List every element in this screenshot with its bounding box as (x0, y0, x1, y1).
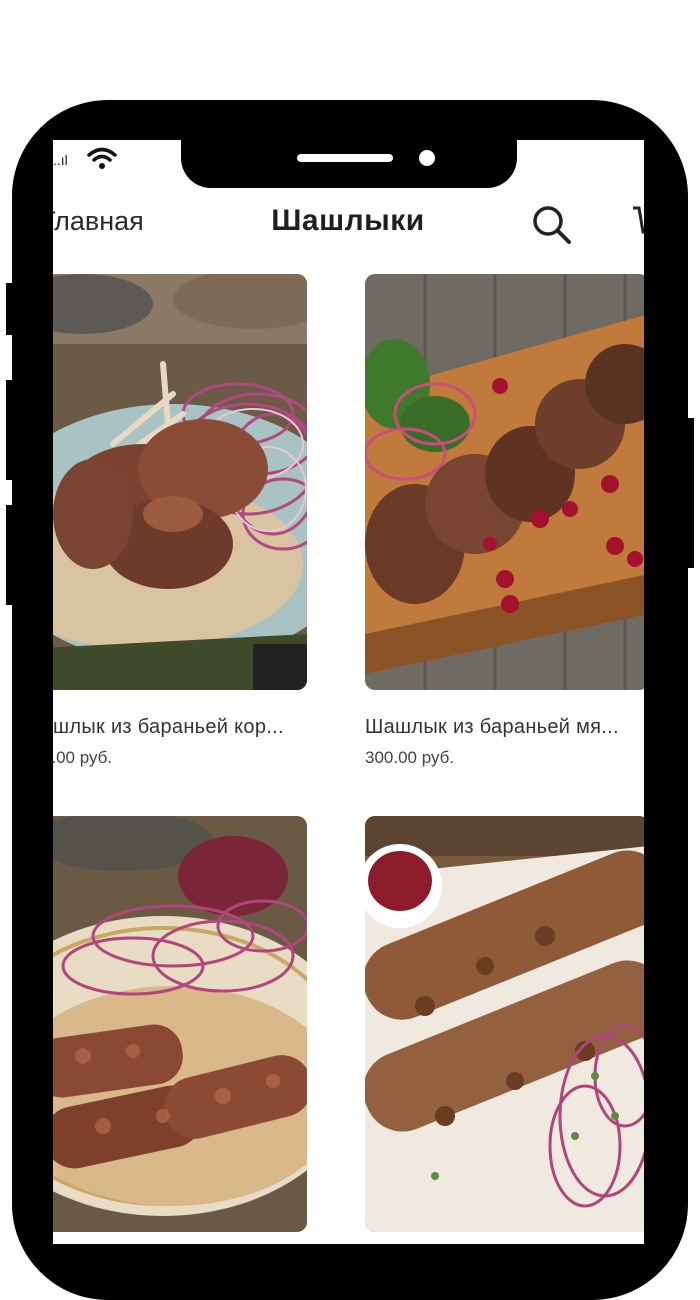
signal-indicator: ..ıl (53, 152, 68, 168)
phone-notch (181, 138, 517, 188)
product-price: 300.00 руб. (365, 748, 455, 767)
product-title: Шашлык из бараньей кор... (53, 716, 284, 738)
page-title: Шашлыки (271, 204, 425, 237)
cart-icon[interactable] (631, 202, 644, 248)
back-button[interactable]: Главная (53, 206, 144, 237)
search-icon[interactable] (529, 202, 575, 248)
product-image (365, 816, 644, 1232)
product-title: Шашлык из бараньей мя... (365, 716, 619, 738)
navigation-bar: Главная Шашлыки (53, 190, 644, 254)
app-screen: ..ıl Главная Шашлыки (53, 140, 644, 1244)
product-image (53, 816, 307, 1232)
product-image (365, 274, 644, 690)
product-price: 300.00 руб. (53, 748, 113, 767)
speaker-grille (297, 154, 393, 162)
front-camera (419, 150, 435, 166)
wifi-icon (87, 147, 117, 169)
product-image (53, 274, 307, 690)
